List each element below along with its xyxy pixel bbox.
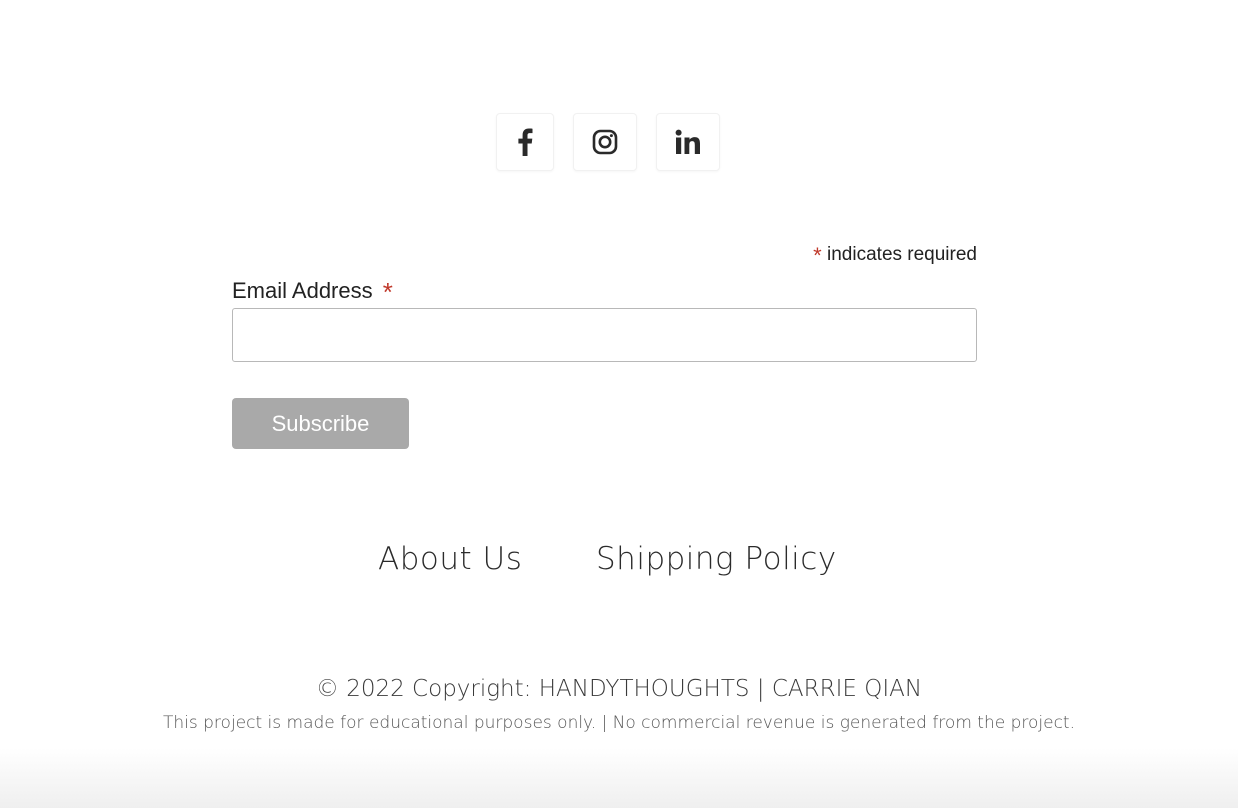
email-label-text: Email Address: [232, 278, 373, 303]
disclaimer-text: This project is made for educational pur…: [163, 713, 1075, 733]
linkedin-icon: [675, 129, 701, 155]
email-field[interactable]: [232, 308, 977, 362]
about-us-link[interactable]: About Us: [378, 541, 522, 577]
email-required-asterisk: *: [382, 277, 393, 307]
copyright-text: © 2022 Copyright: HANDYTHOUGHTS | CARRIE…: [315, 676, 923, 702]
footer-links: About Us Shipping Policy: [0, 541, 1238, 591]
facebook-icon: [516, 128, 534, 156]
linkedin-button[interactable]: [656, 113, 720, 171]
shipping-policy-link[interactable]: Shipping Policy: [596, 541, 837, 577]
required-note: * indicates required: [813, 240, 977, 268]
required-asterisk: *: [813, 243, 822, 268]
subscribe-button[interactable]: Subscribe: [232, 398, 409, 449]
instagram-icon: [592, 129, 618, 155]
instagram-button[interactable]: [573, 113, 637, 171]
bottom-fade: [0, 748, 1238, 808]
footer-page: * indicates required Email Address * Sub…: [0, 0, 1238, 808]
facebook-button[interactable]: [496, 113, 554, 171]
email-label: Email Address *: [232, 274, 393, 307]
required-note-text: indicates required: [827, 244, 977, 265]
social-links: [0, 113, 1238, 173]
